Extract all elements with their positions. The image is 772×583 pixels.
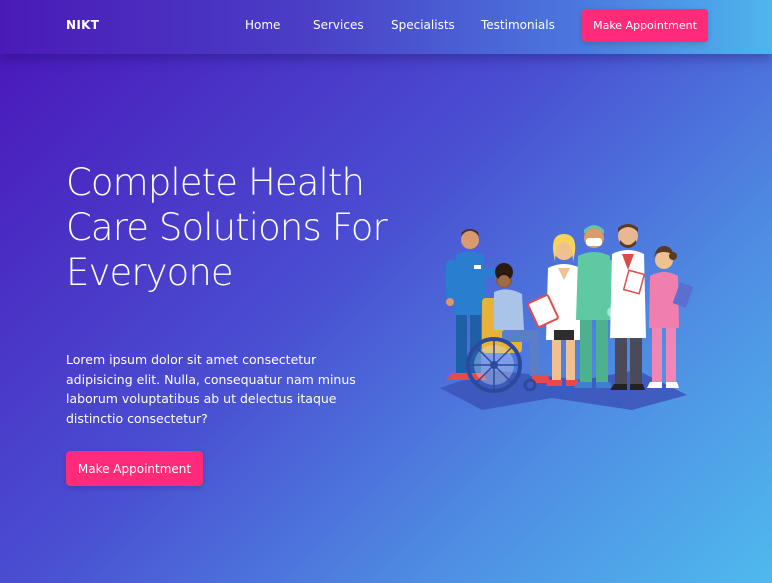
brand-logo[interactable]: NIKT	[66, 18, 99, 32]
nav-link-services[interactable]: Services	[313, 18, 364, 32]
male-doctor-figure	[610, 224, 646, 390]
surgeon-figure	[574, 225, 617, 388]
landing-page: NIKT Home Services Specialists Testimoni…	[0, 0, 772, 583]
make-appointment-nav-button[interactable]: Make Appointment	[582, 9, 708, 42]
make-appointment-hero-button[interactable]: Make Appointment	[66, 451, 203, 486]
nav-link-specialists[interactable]: Specialists	[391, 18, 455, 32]
medical-team-illustration	[440, 224, 694, 410]
nav-link-testimonials[interactable]: Testimonials	[481, 18, 555, 32]
hero-description: Lorem ipsum dolor sit amet consectetur a…	[66, 352, 356, 426]
hero-title: Complete Health Care Solutions For Every…	[66, 161, 388, 294]
female-nurse-figure	[647, 246, 694, 388]
navbar: NIKT Home Services Specialists Testimoni…	[0, 0, 772, 54]
nav-link-home[interactable]: Home	[245, 18, 280, 32]
